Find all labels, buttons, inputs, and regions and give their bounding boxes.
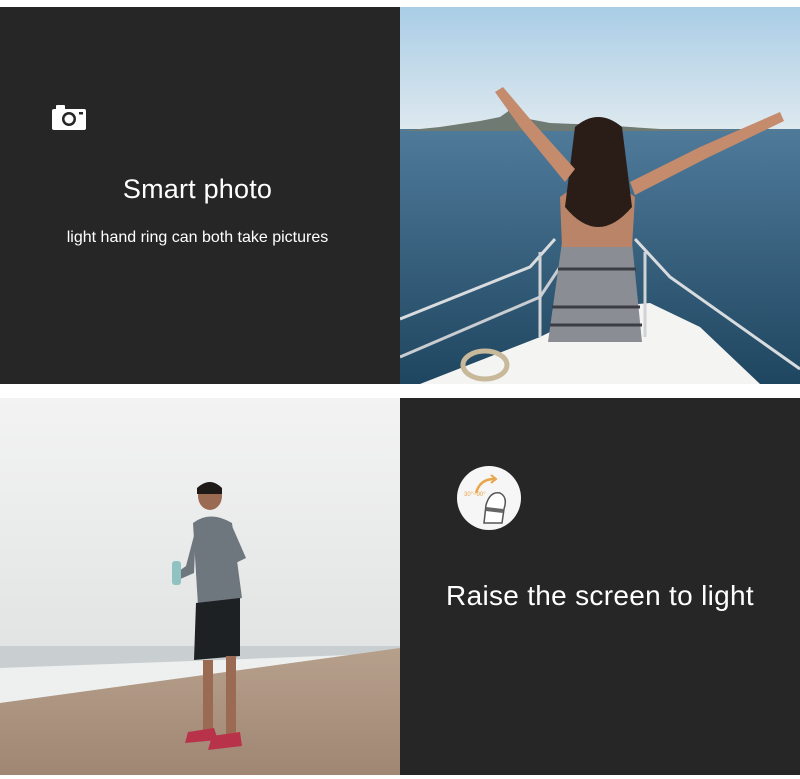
smart-photo-panel: Smart photo light hand ring can both tak… [0, 7, 400, 384]
smart-photo-title: Smart photo [122, 174, 273, 204]
wrist-raise-icon: 30°~90° [457, 466, 521, 530]
wrist-angle-label: 30°~90° [464, 492, 486, 498]
boat-photo [400, 7, 800, 384]
raise-screen-panel: 30°~90° Raise the screen to light [400, 398, 800, 775]
raise-screen-title: Raise the screen to light [446, 580, 754, 611]
camera-icon [52, 105, 86, 130]
smart-photo-subtitle: light hand ring can both take pictures [66, 229, 329, 246]
beach-photo [0, 398, 400, 775]
